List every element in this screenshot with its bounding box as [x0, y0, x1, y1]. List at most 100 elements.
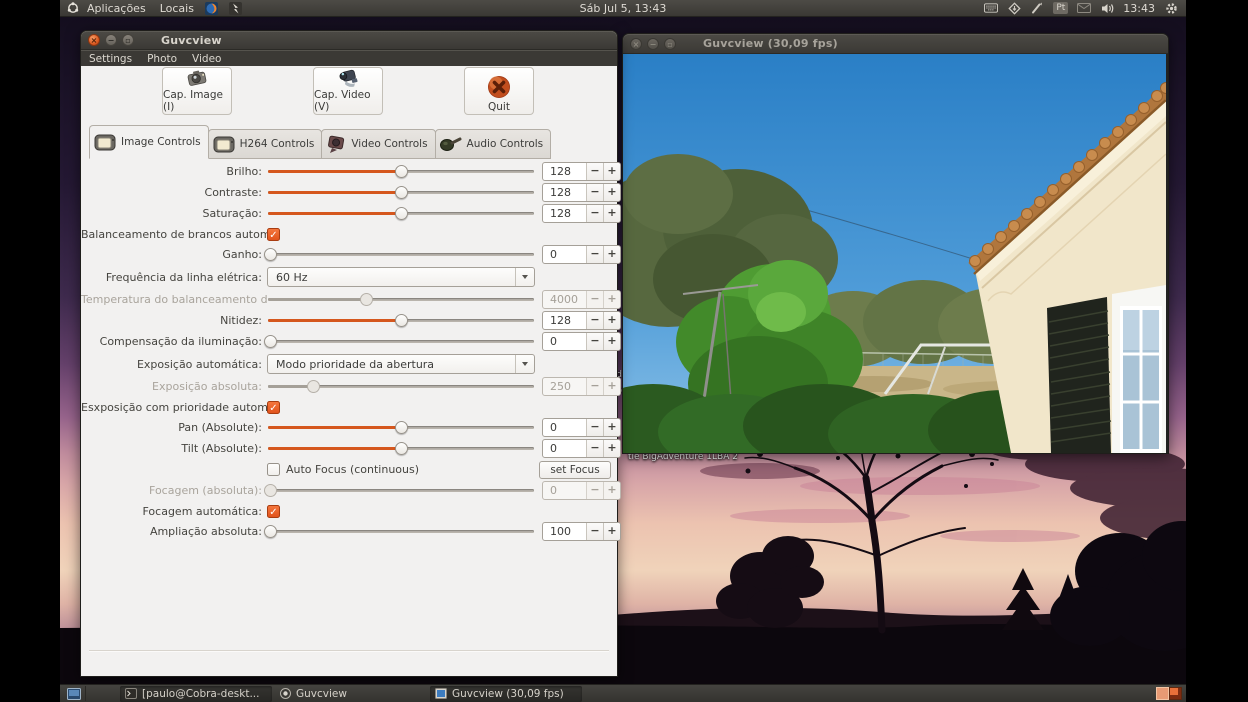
menu-video[interactable]: Video	[192, 53, 221, 65]
spin-plus-button[interactable]: +	[603, 312, 620, 329]
tilt-absolute-slider[interactable]	[267, 441, 535, 456]
minimize-icon[interactable]: −	[647, 38, 659, 50]
spin-minus-button[interactable]: −	[586, 440, 603, 457]
spin-value[interactable]: 128	[543, 312, 586, 329]
spin-value[interactable]: 128	[543, 184, 586, 201]
spin-value[interactable]: 128	[543, 163, 586, 180]
slider-handle[interactable]	[264, 525, 277, 538]
spin-value[interactable]: 0	[543, 440, 586, 457]
brightness-slider[interactable]	[267, 164, 535, 179]
gain-slider[interactable]	[267, 247, 535, 262]
zoom-absolute-slider[interactable]	[267, 524, 535, 539]
spin-value[interactable]: 0	[543, 419, 586, 436]
saturation-slider[interactable]	[267, 206, 535, 221]
firefox-launcher-icon[interactable]	[205, 2, 219, 15]
tablet-pen-icon[interactable]	[1030, 2, 1044, 15]
applications-menu[interactable]: Aplicações	[87, 2, 146, 15]
session-gear-icon[interactable]	[1164, 2, 1178, 15]
capture-image-button[interactable]: Cap. Image (I)	[162, 67, 232, 115]
spin-plus-button[interactable]: +	[603, 184, 620, 201]
show-desktop-button[interactable]	[63, 686, 86, 701]
taskbar-item-terminal[interactable]: [paulo@Cobra-deskt...	[120, 686, 272, 702]
spin-plus-button[interactable]: +	[603, 440, 620, 457]
workspace-2[interactable]	[1169, 687, 1182, 700]
backlight-compensation-spinbox[interactable]: 0 − +	[542, 332, 621, 351]
spin-minus-button[interactable]: −	[586, 246, 603, 263]
slider-handle[interactable]	[395, 186, 408, 199]
spin-value[interactable]: 128	[543, 205, 586, 222]
gain-spinbox[interactable]: 0 − +	[542, 245, 621, 264]
slider-handle[interactable]	[395, 314, 408, 327]
close-icon[interactable]: ×	[630, 38, 642, 50]
capture-video-button[interactable]: Cap. Video (V)	[313, 67, 383, 115]
spin-minus-button[interactable]: −	[586, 163, 603, 180]
app-launcher-icon[interactable]	[229, 2, 243, 15]
spin-plus-button[interactable]: +	[603, 163, 620, 180]
ubuntu-logo-icon[interactable]	[66, 2, 80, 15]
panel-clock-right[interactable]: 13:43	[1123, 2, 1155, 15]
menu-photo[interactable]: Photo	[147, 53, 177, 65]
workspace-switcher[interactable]	[1156, 687, 1182, 700]
saturation-spinbox[interactable]: 128 − +	[542, 204, 621, 223]
slider-handle[interactable]	[395, 421, 408, 434]
sharpness-slider[interactable]	[267, 313, 535, 328]
taskbar-item-guvcview-video[interactable]: Guvcview (30,09 fps)	[430, 686, 582, 702]
set-focus-button[interactable]: set Focus	[539, 461, 611, 479]
maximize-icon[interactable]: ▫	[664, 38, 676, 50]
minimize-icon[interactable]: −	[105, 34, 117, 46]
mail-icon[interactable]	[1077, 2, 1091, 15]
spin-plus-button[interactable]: +	[603, 523, 620, 540]
spin-value[interactable]: 0	[543, 246, 586, 263]
maximize-icon[interactable]: ▫	[122, 34, 134, 46]
tab-video-controls[interactable]: Video Controls	[321, 129, 435, 159]
slider-handle[interactable]	[395, 207, 408, 220]
tab-h264-controls[interactable]: H264 Controls	[208, 129, 323, 159]
control-window-titlebar[interactable]: × − ▫ Guvcview	[81, 31, 617, 50]
pan-absolute-spinbox[interactable]: 0 − +	[542, 418, 621, 437]
keyboard-icon[interactable]	[984, 2, 998, 15]
tab-audio-controls[interactable]: Audio Controls	[435, 129, 552, 159]
taskbar-item-guvcview[interactable]: Guvcview	[275, 686, 427, 702]
video-window-titlebar[interactable]: × − ▫ Guvcview (30,09 fps)	[623, 34, 1168, 54]
menu-settings[interactable]: Settings	[89, 53, 132, 65]
updates-icon[interactable]	[1007, 2, 1021, 15]
contrast-spinbox[interactable]: 128 − +	[542, 183, 621, 202]
power-line-frequency-dropdown[interactable]: 60 Hz	[267, 267, 535, 287]
spin-minus-button[interactable]: −	[586, 523, 603, 540]
spin-value[interactable]: 0	[543, 333, 586, 350]
spin-minus-button[interactable]: −	[586, 419, 603, 436]
spin-minus-button[interactable]: −	[586, 184, 603, 201]
auto-white-balance-checkbox[interactable]: ✓	[267, 228, 280, 241]
pan-absolute-slider[interactable]	[267, 420, 535, 435]
focus-automatic-checkbox[interactable]: ✓	[267, 505, 280, 518]
tilt-absolute-spinbox[interactable]: 0 − +	[542, 439, 621, 458]
zoom-absolute-spinbox[interactable]: 100 − +	[542, 522, 621, 541]
keyboard-layout-badge[interactable]: Pt	[1053, 2, 1068, 14]
spin-minus-button[interactable]: −	[586, 205, 603, 222]
spin-plus-button[interactable]: +	[603, 246, 620, 263]
tab-image-controls[interactable]: Image Controls	[89, 125, 209, 159]
exposure-auto-priority-checkbox[interactable]: ✓	[267, 401, 280, 414]
spin-minus-button[interactable]: −	[586, 333, 603, 350]
spin-value[interactable]: 100	[543, 523, 586, 540]
sharpness-spinbox[interactable]: 128 − +	[542, 311, 621, 330]
volume-icon[interactable]	[1100, 2, 1114, 15]
backlight-compensation-slider[interactable]	[267, 334, 535, 349]
contrast-slider[interactable]	[267, 185, 535, 200]
places-menu[interactable]: Locais	[160, 2, 194, 15]
workspace-1[interactable]	[1156, 687, 1169, 700]
slider-handle[interactable]	[264, 248, 277, 261]
spin-minus-button[interactable]: −	[586, 312, 603, 329]
brightness-spinbox[interactable]: 128 − +	[542, 162, 621, 181]
spin-plus-button[interactable]: +	[603, 419, 620, 436]
quit-button[interactable]: Quit	[464, 67, 534, 115]
spin-plus-button[interactable]: +	[603, 333, 620, 350]
slider-handle[interactable]	[395, 442, 408, 455]
close-icon[interactable]: ×	[88, 34, 100, 46]
dropdown-arrow-icon[interactable]	[515, 355, 534, 373]
spin-plus-button[interactable]: +	[603, 205, 620, 222]
auto-focus-checkbox[interactable]	[267, 463, 280, 476]
exposure-auto-dropdown[interactable]: Modo prioridade da abertura	[267, 354, 535, 374]
slider-handle[interactable]	[395, 165, 408, 178]
dropdown-arrow-icon[interactable]	[515, 268, 534, 286]
